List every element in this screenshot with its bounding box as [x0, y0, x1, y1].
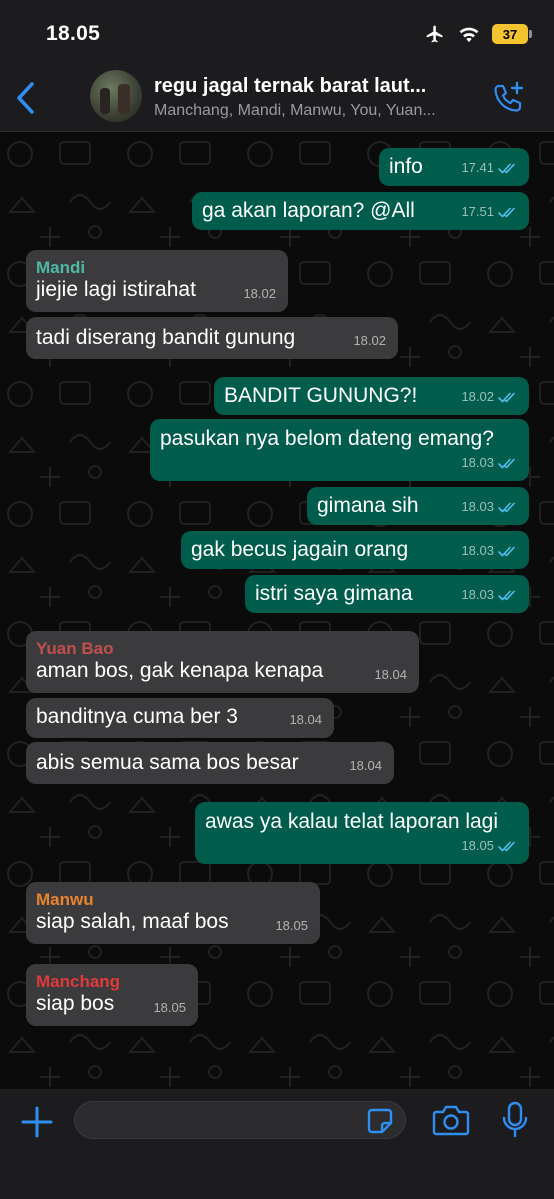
- microphone-icon[interactable]: [500, 1101, 530, 1139]
- message-time: 18.05: [275, 918, 308, 933]
- phone-plus-icon[interactable]: [490, 80, 526, 116]
- message-meta: 18.02: [243, 282, 276, 306]
- read-receipt-icon: [498, 841, 515, 851]
- read-receipt-icon: [498, 207, 515, 217]
- message-time: 18.04: [289, 712, 322, 727]
- message-input[interactable]: [74, 1101, 406, 1139]
- message-time: 18.05: [153, 1000, 186, 1015]
- sticker-icon[interactable]: [366, 1107, 394, 1135]
- message-text: tadi diserang bandit gunung: [36, 326, 296, 349]
- back-button[interactable]: [10, 78, 40, 118]
- message-meta: 18.03: [461, 451, 517, 475]
- sender-name[interactable]: Manchang: [36, 970, 120, 994]
- status-time: 18.05: [46, 22, 101, 45]
- sender-name[interactable]: Manwu: [36, 888, 94, 912]
- battery-indicator: 37: [492, 24, 532, 44]
- message-meta: 18.03: [461, 539, 517, 563]
- read-receipt-icon: [498, 590, 515, 600]
- message-meta: 18.05: [153, 996, 186, 1020]
- read-receipt-icon: [498, 163, 515, 173]
- sender-name[interactable]: Mandi: [36, 256, 85, 280]
- outgoing-message[interactable]: BANDIT GUNUNG?! 18.02: [214, 377, 529, 415]
- outgoing-message[interactable]: awas ya kalau telat laporan lagi 18.05: [195, 802, 529, 864]
- message-meta: 18.02: [461, 385, 517, 409]
- message-meta: 18.05: [275, 914, 308, 938]
- incoming-message[interactable]: Yuan Bao aman bos, gak kenapa kenapa 18.04: [26, 631, 419, 693]
- message-text: siap bos: [36, 992, 115, 1015]
- message-text: banditnya cuma ber 3: [36, 705, 238, 728]
- outgoing-message[interactable]: ga akan laporan? @All 17.51: [192, 192, 529, 230]
- message-meta: 17.41: [461, 156, 517, 180]
- message-time: 18.03: [461, 587, 494, 602]
- message-time: 18.02: [243, 286, 276, 301]
- message-text: BANDIT GUNUNG?!: [224, 384, 418, 407]
- message-time: 18.04: [349, 758, 382, 773]
- message-text: awas ya kalau telat laporan lagi: [205, 810, 499, 833]
- message-meta: 17.51: [461, 200, 517, 224]
- message-time: 18.05: [461, 838, 494, 853]
- incoming-message[interactable]: Mandi jiejie lagi istirahat 18.02: [26, 250, 288, 312]
- outgoing-message[interactable]: gimana sih 18.03: [307, 487, 529, 525]
- message-text: jiejie lagi istirahat: [36, 278, 196, 301]
- status-icons: 37: [424, 24, 532, 44]
- message-text: gimana sih: [317, 494, 419, 517]
- message-text: siap salah, maaf bos: [36, 910, 229, 933]
- message-time: 17.51: [461, 204, 494, 219]
- message-text: gak becus jagain orang: [191, 538, 409, 561]
- plus-icon[interactable]: [20, 1105, 54, 1139]
- message-time: 18.02: [353, 333, 386, 348]
- status-bar: 18.05 37: [0, 0, 554, 64]
- outgoing-message[interactable]: pasukan nya belom dateng emang? 18.03: [150, 419, 529, 481]
- chevron-left-icon: [17, 82, 34, 114]
- message-text: info: [389, 155, 423, 178]
- group-avatar[interactable]: [90, 70, 142, 122]
- message-text: abis semua sama bos besar: [36, 751, 299, 774]
- message-time: 18.03: [461, 455, 494, 470]
- read-receipt-icon: [498, 502, 515, 512]
- group-members[interactable]: Manchang, Mandi, Manwu, You, Yuan...: [154, 102, 484, 120]
- message-meta: 18.05: [461, 834, 517, 858]
- message-meta: 18.02: [353, 329, 386, 353]
- message-text: aman bos, gak kenapa kenapa: [36, 659, 324, 682]
- incoming-message[interactable]: banditnya cuma ber 3 18.04: [26, 698, 334, 738]
- message-time: 18.02: [461, 389, 494, 404]
- incoming-message[interactable]: Manwu siap salah, maaf bos 18.05: [26, 882, 320, 944]
- outgoing-message[interactable]: info 17.41: [379, 148, 529, 186]
- outgoing-message[interactable]: istri saya gimana 18.03: [245, 575, 529, 613]
- read-receipt-icon: [498, 546, 515, 556]
- input-bar: [0, 1089, 554, 1199]
- message-time: 18.03: [461, 543, 494, 558]
- outgoing-message[interactable]: gak becus jagain orang 18.03: [181, 531, 529, 569]
- message-time: 18.04: [374, 667, 407, 682]
- incoming-message[interactable]: Manchang siap bos 18.05: [26, 964, 198, 1026]
- group-title[interactable]: regu jagal ternak barat laut...: [154, 75, 484, 98]
- airplane-icon: [426, 25, 443, 43]
- message-text: pasukan nya belom dateng emang?: [160, 427, 494, 450]
- chat-header: regu jagal ternak barat laut... Manchang…: [0, 64, 554, 132]
- message-time: 18.03: [461, 499, 494, 514]
- message-meta: 18.03: [461, 583, 517, 607]
- chat-area[interactable]: info 17.41 ga akan laporan? @All 17.51 Mandi…: [0, 132, 554, 1089]
- message-meta: 18.03: [461, 495, 517, 519]
- wifi-icon: [459, 27, 479, 43]
- incoming-message[interactable]: abis semua sama bos besar 18.04: [26, 742, 394, 784]
- message-time: 17.41: [461, 160, 494, 175]
- message-text: istri saya gimana: [255, 582, 413, 605]
- message-meta: 18.04: [289, 708, 322, 732]
- read-receipt-icon: [498, 392, 515, 402]
- message-meta: 18.04: [374, 663, 407, 687]
- camera-icon[interactable]: [432, 1103, 470, 1137]
- sender-name[interactable]: Yuan Bao: [36, 637, 113, 661]
- message-meta: 18.04: [349, 754, 382, 778]
- read-receipt-icon: [498, 458, 515, 468]
- incoming-message[interactable]: tadi diserang bandit gunung 18.02: [26, 317, 398, 359]
- message-text: ga akan laporan? @All: [202, 199, 415, 222]
